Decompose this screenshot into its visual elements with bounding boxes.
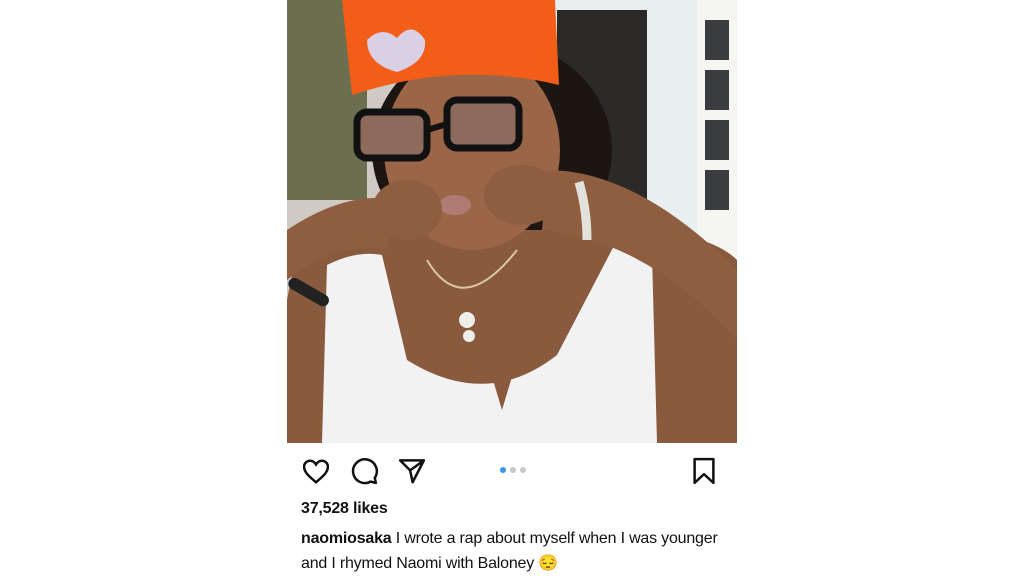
heart-icon[interactable] (301, 456, 331, 486)
comment-icon[interactable] (349, 456, 379, 486)
photo-illustration (287, 0, 737, 443)
post-action-bar (287, 443, 737, 498)
post-caption: naomiosaka I wrote a rap about myself wh… (301, 526, 731, 576)
post-photo[interactable] (287, 0, 737, 443)
instagram-post: 37,528 likes naomiosaka I wrote a rap ab… (287, 0, 737, 576)
bookmark-icon[interactable] (689, 456, 719, 486)
carousel-dot (510, 467, 516, 473)
carousel-dot (520, 467, 526, 473)
caption-emoji: 😔 (538, 555, 559, 572)
likes-count[interactable]: 37,528 likes (301, 500, 388, 518)
carousel-indicator (494, 467, 534, 475)
paper-plane-icon[interactable] (397, 456, 427, 486)
carousel-dot-active (500, 467, 506, 473)
caption-username[interactable]: naomiosaka (301, 530, 392, 547)
